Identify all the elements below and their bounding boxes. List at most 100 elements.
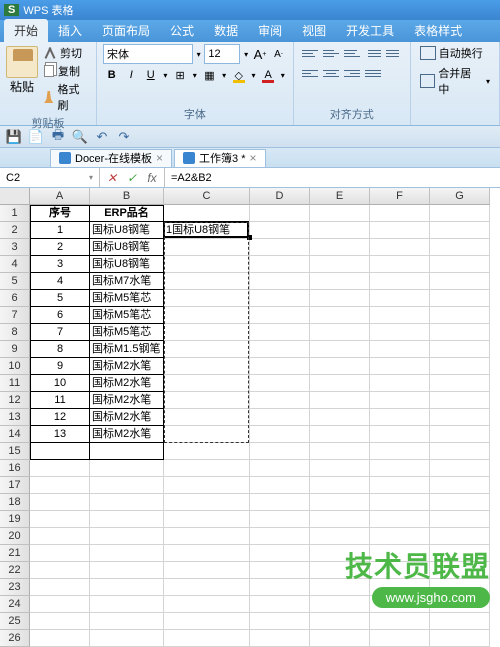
cell-A5[interactable]: 4 — [30, 273, 90, 290]
cell-A2[interactable]: 1 — [30, 222, 90, 239]
font-name-select[interactable] — [103, 44, 193, 64]
cell-G16[interactable] — [430, 460, 490, 477]
cell-G1[interactable] — [430, 205, 490, 222]
cell-G2[interactable] — [430, 222, 490, 239]
cell-C2[interactable]: 1国标U8钢笔 — [164, 222, 250, 239]
cell-A10[interactable]: 9 — [30, 358, 90, 375]
cell-E12[interactable] — [310, 392, 370, 409]
ribbon-tab-3[interactable]: 公式 — [160, 19, 204, 42]
align-middle-button[interactable] — [321, 44, 341, 62]
cell-C13[interactable] — [164, 409, 250, 426]
size-dropdown-icon[interactable]: ▾ — [242, 45, 249, 63]
cell-F1[interactable] — [370, 205, 430, 222]
document-tab-0[interactable]: Docer-在线模板× — [50, 149, 172, 167]
cell-G15[interactable] — [430, 443, 490, 460]
cell-E26[interactable] — [310, 630, 370, 647]
cell-A18[interactable] — [30, 494, 90, 511]
print-button[interactable]: 🖶 — [48, 128, 68, 146]
cell-D5[interactable] — [250, 273, 310, 290]
column-header-A[interactable]: A — [30, 188, 90, 205]
row-header-14[interactable]: 14 — [0, 426, 30, 443]
fill-color-button[interactable]: ◇ — [230, 66, 248, 84]
cell-A20[interactable] — [30, 528, 90, 545]
row-header-7[interactable]: 7 — [0, 307, 30, 324]
cell-B5[interactable]: 国标M7水笔 — [90, 273, 164, 290]
cell-B14[interactable]: 国标M2水笔 — [90, 426, 164, 443]
cell-F11[interactable] — [370, 375, 430, 392]
increase-font-button[interactable]: A+ — [252, 45, 268, 63]
cell-D21[interactable] — [250, 545, 310, 562]
cell-A3[interactable]: 2 — [30, 239, 90, 256]
cell-C10[interactable] — [164, 358, 250, 375]
cell-B4[interactable]: 国标U8钢笔 — [90, 256, 164, 273]
align-right-button[interactable] — [342, 64, 362, 82]
cell-F18[interactable] — [370, 494, 430, 511]
cell-C22[interactable] — [164, 562, 250, 579]
cell-B20[interactable] — [90, 528, 164, 545]
cell-A23[interactable] — [30, 579, 90, 596]
cell-B19[interactable] — [90, 511, 164, 528]
ribbon-tab-2[interactable]: 页面布局 — [92, 19, 160, 42]
cell-C21[interactable] — [164, 545, 250, 562]
cell-G20[interactable] — [430, 528, 490, 545]
cell-F26[interactable] — [370, 630, 430, 647]
cell-D3[interactable] — [250, 239, 310, 256]
cell-A12[interactable]: 11 — [30, 392, 90, 409]
cell-C26[interactable] — [164, 630, 250, 647]
cell-G5[interactable] — [430, 273, 490, 290]
cell-C18[interactable] — [164, 494, 250, 511]
cell-D10[interactable] — [250, 358, 310, 375]
align-left-button[interactable] — [300, 64, 320, 82]
column-header-C[interactable]: C — [164, 188, 250, 205]
cell-E7[interactable] — [310, 307, 370, 324]
cell-F9[interactable] — [370, 341, 430, 358]
cell-C12[interactable] — [164, 392, 250, 409]
cancel-button[interactable]: ✕ — [104, 170, 120, 186]
cell-A22[interactable] — [30, 562, 90, 579]
close-icon[interactable]: × — [250, 151, 257, 165]
cell-D9[interactable] — [250, 341, 310, 358]
cell-B13[interactable]: 国标M2水笔 — [90, 409, 164, 426]
align-justify-button[interactable] — [363, 64, 383, 82]
undo-button[interactable]: ↶ — [92, 128, 112, 146]
bold-button[interactable]: B — [103, 66, 121, 84]
cell-B6[interactable]: 国标M5笔芯 — [90, 290, 164, 307]
cell-D1[interactable] — [250, 205, 310, 222]
cell-D23[interactable] — [250, 579, 310, 596]
cell-A4[interactable]: 3 — [30, 256, 90, 273]
cell-C4[interactable] — [164, 256, 250, 273]
cell-B1[interactable]: ERP品名 — [90, 205, 164, 222]
row-header-9[interactable]: 9 — [0, 341, 30, 358]
cell-B8[interactable]: 国标M5笔芯 — [90, 324, 164, 341]
paste-button[interactable]: 粘贴 — [4, 44, 40, 114]
cell-G19[interactable] — [430, 511, 490, 528]
cell-E10[interactable] — [310, 358, 370, 375]
row-header-11[interactable]: 11 — [0, 375, 30, 392]
cell-E14[interactable] — [310, 426, 370, 443]
cell-B7[interactable]: 国标M5笔芯 — [90, 307, 164, 324]
wrap-text-button[interactable]: 自动换行 — [417, 44, 493, 62]
ribbon-tab-4[interactable]: 数据 — [204, 19, 248, 42]
ribbon-tab-8[interactable]: 表格样式 — [404, 19, 472, 42]
row-header-17[interactable]: 17 — [0, 477, 30, 494]
cell-C9[interactable] — [164, 341, 250, 358]
cell-G26[interactable] — [430, 630, 490, 647]
cell-G12[interactable] — [430, 392, 490, 409]
row-header-16[interactable]: 16 — [0, 460, 30, 477]
row-header-3[interactable]: 3 — [0, 239, 30, 256]
cell-F13[interactable] — [370, 409, 430, 426]
cell-F25[interactable] — [370, 613, 430, 630]
cell-E19[interactable] — [310, 511, 370, 528]
cell-B22[interactable] — [90, 562, 164, 579]
row-header-23[interactable]: 23 — [0, 579, 30, 596]
ribbon-tab-6[interactable]: 视图 — [292, 19, 336, 42]
cell-C23[interactable] — [164, 579, 250, 596]
cell-D8[interactable] — [250, 324, 310, 341]
formula-input[interactable]: =A2&B2 — [165, 168, 500, 187]
cell-F16[interactable] — [370, 460, 430, 477]
cell-F10[interactable] — [370, 358, 430, 375]
cell-C1[interactable] — [164, 205, 250, 222]
cell-E16[interactable] — [310, 460, 370, 477]
row-header-15[interactable]: 15 — [0, 443, 30, 460]
cell-A15[interactable] — [30, 443, 90, 460]
